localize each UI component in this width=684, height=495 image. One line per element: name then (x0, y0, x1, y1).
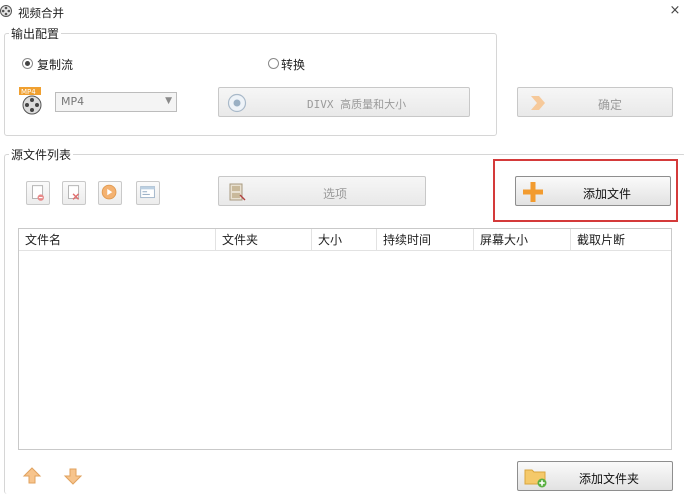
copy-stream-radio-dot[interactable] (22, 58, 33, 69)
format-select-value: MP4 (61, 95, 85, 108)
chevron-down-icon: ▼ (165, 96, 172, 106)
table-header: 文件名 文件夹 大小 持续时间 屏幕大小 截取片断 (19, 229, 671, 251)
column-header-screen-size[interactable]: 屏幕大小 (474, 229, 571, 251)
play-icon[interactable] (98, 181, 122, 205)
column-header-clip[interactable]: 截取片断 (571, 229, 671, 251)
output-config-title: 输出配置 (9, 25, 62, 42)
file-table[interactable]: 文件名 文件夹 大小 持续时间 屏幕大小 截取片断 (18, 228, 672, 450)
remove-file-icon[interactable] (26, 181, 50, 205)
svg-text:MP4: MP4 (21, 88, 36, 96)
format-select[interactable]: MP4 ▼ (55, 92, 177, 112)
convert-radio-dot[interactable] (268, 58, 279, 69)
arrow-up-icon[interactable] (22, 466, 42, 486)
output-config-group (4, 33, 497, 136)
add-folder-button[interactable]: 添加文件夹 (517, 461, 673, 491)
preset-button[interactable]: DIVX 高质量和大小 (218, 87, 470, 117)
film-reel-icon (0, 5, 12, 17)
info-icon[interactable] (136, 181, 160, 205)
arrow-down-icon[interactable] (63, 466, 83, 486)
column-header-filename[interactable]: 文件名 (19, 229, 216, 251)
ok-button[interactable]: 确定 (517, 87, 673, 117)
column-header-duration[interactable]: 持续时间 (377, 229, 474, 251)
arrow-right-icon (531, 96, 545, 110)
options-button[interactable]: 选项 (218, 176, 426, 206)
convert-label: 转换 (281, 58, 306, 72)
folder-add-icon (524, 469, 547, 488)
column-header-folder[interactable]: 文件夹 (216, 229, 312, 251)
disc-icon (227, 93, 247, 113)
source-files-title: 源文件列表 (9, 146, 74, 163)
window-title: 视频合并 (18, 6, 64, 20)
title-bar: 视频合并 × (0, 0, 684, 24)
copy-stream-label: 复制流 (37, 58, 74, 72)
ok-button-label: 确定 (598, 98, 623, 112)
filmstrip-icon (229, 183, 246, 201)
column-header-size[interactable]: 大小 (312, 229, 377, 251)
clear-list-icon[interactable] (62, 181, 86, 205)
close-button[interactable]: × (668, 3, 682, 19)
add-folder-button-label: 添加文件夹 (579, 472, 640, 486)
mp4-file-icon: MP4 (19, 87, 42, 115)
highlight-box (493, 159, 678, 222)
preset-button-label: DIVX 高质量和大小 (307, 98, 407, 111)
convert-radio[interactable]: 转换 (268, 56, 318, 72)
copy-stream-radio[interactable]: 复制流 (22, 56, 82, 72)
options-button-label: 选项 (323, 187, 348, 201)
